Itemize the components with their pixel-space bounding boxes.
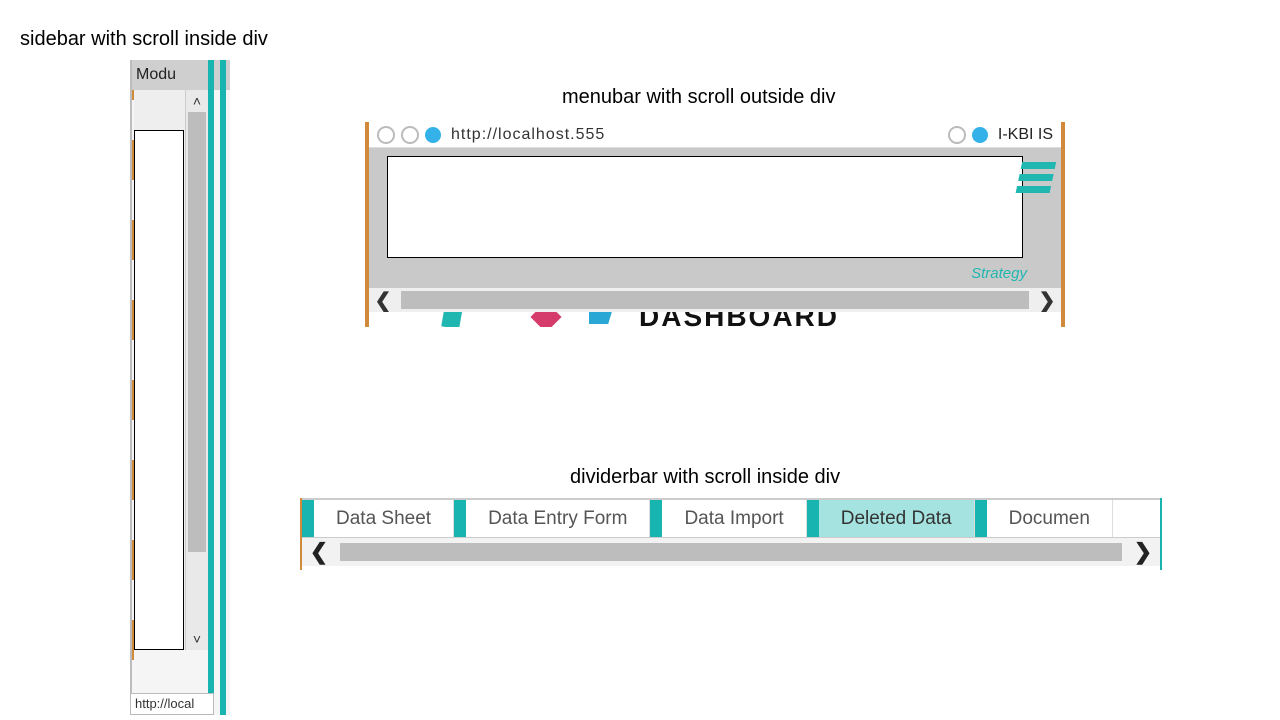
tab-data-import[interactable]: Data Import xyxy=(662,500,806,537)
menubar-box xyxy=(387,156,1023,258)
tab-documents[interactable]: Documen xyxy=(987,500,1113,537)
scroll-left-icon[interactable]: ❮ xyxy=(369,288,397,313)
hamburger-icon[interactable] xyxy=(1016,162,1056,192)
caption-dividerbar: dividerbar with scroll inside div xyxy=(570,466,840,489)
menubar-caption: Strategy xyxy=(971,265,1027,282)
logo-mark-3 xyxy=(589,312,613,324)
caption-sidebar: sidebar with scroll inside div xyxy=(20,28,268,51)
nav-back-icon[interactable] xyxy=(377,126,395,144)
menubar-scrollbar[interactable]: ❮ ❯ xyxy=(369,288,1061,312)
dividerbar-tabs: Data Sheet Data Entry Form Data Import D… xyxy=(302,498,1160,538)
sidebar-header: Modu xyxy=(132,60,230,90)
globe-icon xyxy=(425,127,441,143)
browser-toolbar: http://localhost.555 I-KBI IS xyxy=(369,122,1061,148)
scroll-right-icon[interactable]: ❯ xyxy=(1033,288,1061,313)
tab-data-sheet[interactable]: Data Sheet xyxy=(314,500,454,537)
logo-mark-2 xyxy=(530,312,561,327)
tab-separator xyxy=(650,500,662,537)
dashboard-heading: DASHBOARD xyxy=(369,312,1061,327)
logo-mark-1 xyxy=(441,312,463,327)
dividerbar-example: Data Sheet Data Entry Form Data Import D… xyxy=(300,498,1162,570)
scroll-track[interactable] xyxy=(340,543,1122,561)
dashboard-heading-text: DASHBOARD xyxy=(639,312,839,327)
sidebar-header-text: Modu xyxy=(132,66,176,83)
scroll-left-icon[interactable]: ❮ xyxy=(302,539,336,565)
menubar-example: http://localhost.555 I-KBI IS Strategy ❮… xyxy=(365,122,1065,327)
scroll-right-icon[interactable]: ❯ xyxy=(1126,539,1160,565)
nav-forward-icon[interactable] xyxy=(401,126,419,144)
tab-separator xyxy=(454,500,466,537)
sidebar-teal-stripe xyxy=(208,60,214,715)
sidebar-content xyxy=(134,90,186,650)
sidebar-box xyxy=(134,130,184,650)
scroll-down-icon[interactable]: ˅ xyxy=(186,628,208,650)
scroll-track[interactable] xyxy=(401,291,1029,309)
tab-deleted-data[interactable]: Deleted Data xyxy=(819,500,975,537)
sidebar-scrollbar[interactable]: ˄ ˅ xyxy=(186,90,208,650)
tab-separator xyxy=(302,500,314,537)
caption-menubar: menubar with scroll outside div xyxy=(562,86,835,109)
tab-globe-icon xyxy=(972,127,988,143)
sidebar-teal-stripe-2 xyxy=(220,60,226,715)
sidebar-example: Modu ˄ ˅ http://local xyxy=(130,60,230,715)
dividerbar-scrollbar[interactable]: ❮ ❯ xyxy=(302,538,1160,566)
tab-separator xyxy=(807,500,819,537)
scroll-up-icon[interactable]: ˄ xyxy=(186,90,208,112)
reload-icon[interactable] xyxy=(948,126,966,144)
browser-url[interactable]: http://localhost.555 xyxy=(451,126,942,144)
tab-separator xyxy=(975,500,987,537)
status-bar: http://local xyxy=(130,693,214,715)
scroll-thumb[interactable] xyxy=(188,112,206,552)
tab-data-entry-form[interactable]: Data Entry Form xyxy=(466,500,650,537)
menubar-body: Strategy xyxy=(369,148,1061,288)
browser-tab-title[interactable]: I-KBI IS xyxy=(998,126,1053,144)
